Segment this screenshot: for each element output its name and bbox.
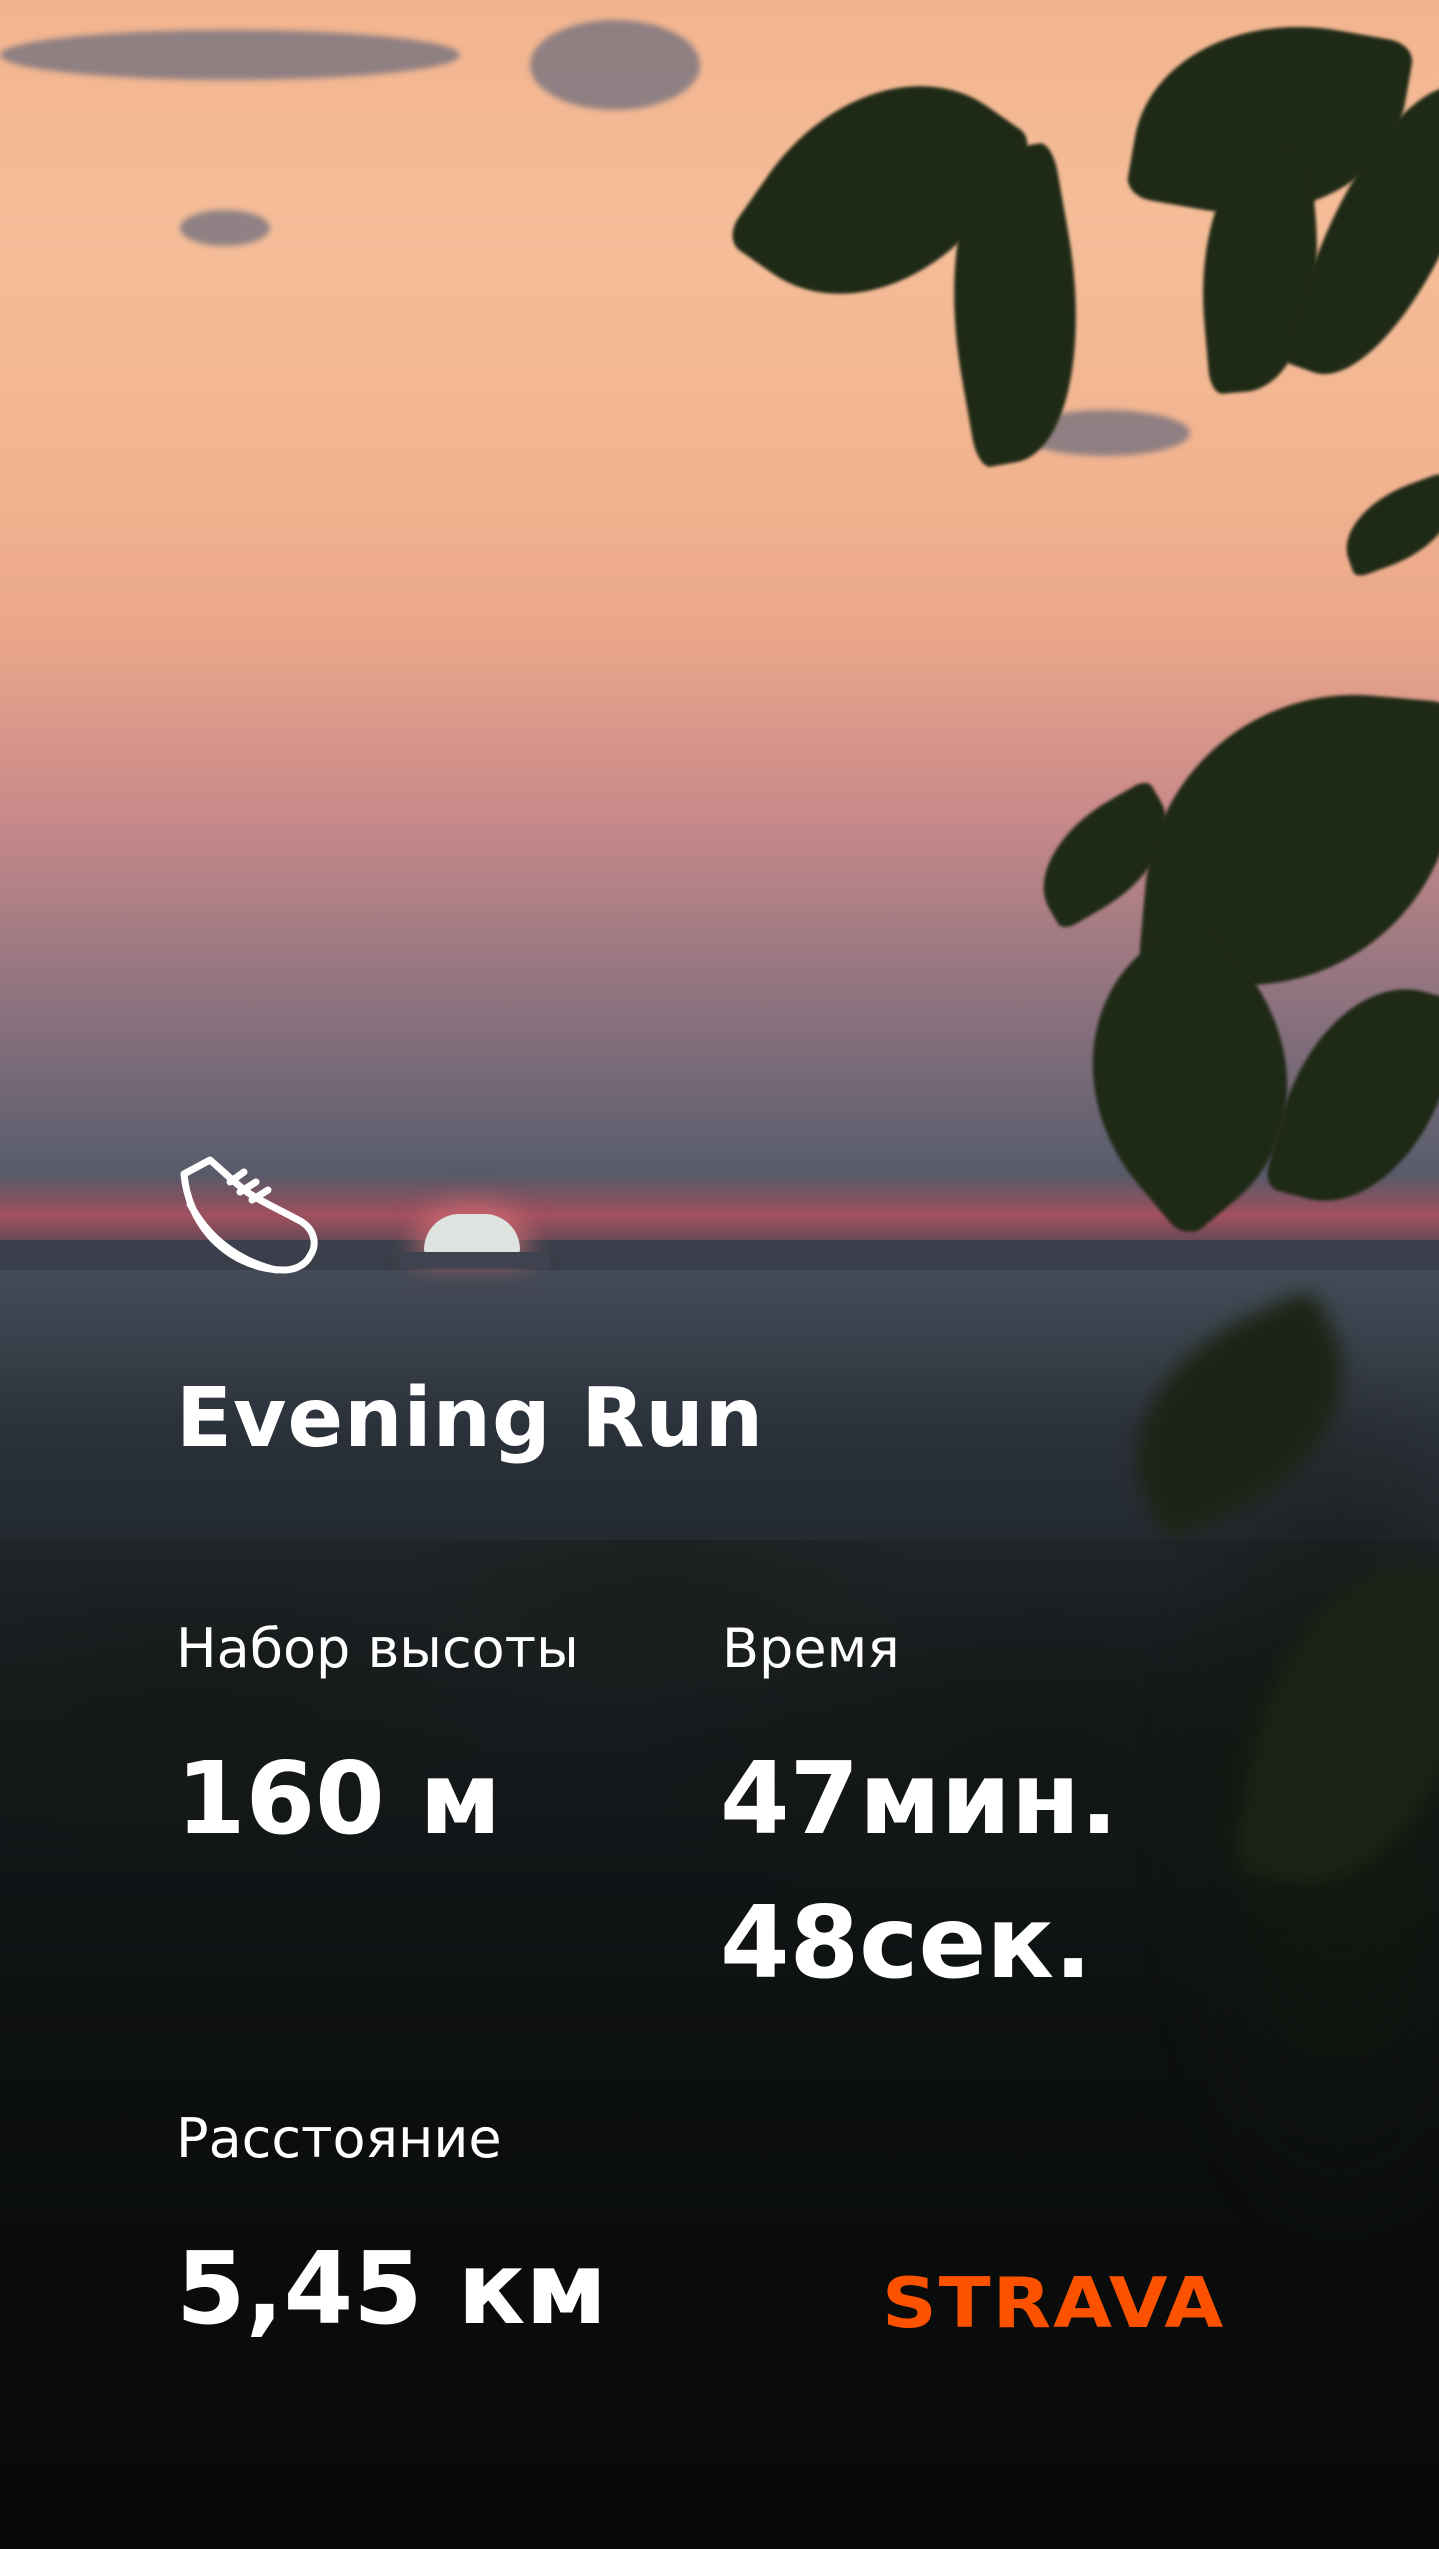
setting-sun — [424, 1214, 520, 1254]
cloud — [530, 20, 700, 110]
activity-share-card: Evening Run Набор высоты 160 м Время 47м… — [0, 0, 1439, 2549]
elevation-gain-label: Набор высоты — [176, 1617, 579, 1680]
horizon-line — [400, 1252, 550, 1268]
running-shoe-icon — [180, 1156, 318, 1274]
cloud — [0, 30, 460, 80]
moving-time-value-minutes: 47мин. — [720, 1740, 1119, 1857]
moving-time-value-seconds: 48сек. — [720, 1884, 1093, 2001]
elevation-gain-value: 160 м — [176, 1740, 502, 1857]
moving-time-label: Время — [722, 1617, 900, 1680]
distance-label: Расстояние — [176, 2107, 502, 2170]
strava-logo: STRAVA — [882, 2261, 1226, 2344]
activity-title: Evening Run — [176, 1371, 765, 1466]
cloud — [180, 210, 270, 246]
distance-value: 5,45 км — [176, 2230, 608, 2347]
